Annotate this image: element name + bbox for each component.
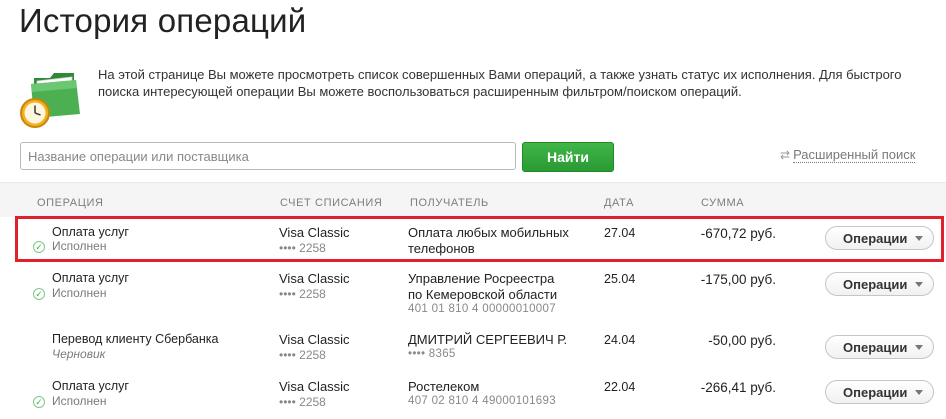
table-row[interactable]: Оплата услуг ✓ Исполнен Visa Classic •••… <box>0 264 946 324</box>
check-icon: ✓ <box>33 241 45 253</box>
operations-button-label: Операции <box>843 384 908 400</box>
caret-down-icon <box>915 345 923 350</box>
recipient-account: 407 02 810 4 49000101693 <box>408 395 556 407</box>
intro-section: На этой странице Вы можете просмотреть с… <box>20 62 930 132</box>
header-operation: ОПЕРАЦИЯ <box>37 197 104 209</box>
folder-clock-icon <box>20 68 84 130</box>
operation-title: Оплата услуг <box>52 271 129 285</box>
operation-date: 22.04 <box>604 380 636 394</box>
account-name: Visa Classic <box>279 225 350 240</box>
operations-table: ОПЕРАЦИЯ СЧЕТ СПИСАНИЯ ПОЛУЧАТЕЛЬ ДАТА С… <box>0 182 946 419</box>
filter-arrows-icon: ⇄ <box>780 148 791 162</box>
caret-down-icon <box>915 282 923 287</box>
operations-menu-button[interactable]: Операции <box>825 226 934 250</box>
operation-status: Исполнен <box>52 394 107 408</box>
recipient-name: Управление Росреестра по Кемеровской обл… <box>408 271 558 302</box>
header-account: СЧЕТ СПИСАНИЯ <box>280 197 383 209</box>
operation-title: Оплата услуг <box>52 379 129 393</box>
intro-text: На этой странице Вы можете просмотреть с… <box>98 67 902 99</box>
operation-status: Черновик <box>52 347 106 361</box>
recipient-name: Оплата любых мобильных телефонов <box>408 225 569 256</box>
account-number: •••• 2258 <box>279 241 326 255</box>
table-row[interactable]: Перевод клиенту Сбербанка Черновик Visa … <box>0 323 946 372</box>
search-input[interactable] <box>20 142 516 170</box>
operation-status: Исполнен <box>52 286 107 300</box>
account-number: •••• 2258 <box>279 395 326 409</box>
check-icon: ✓ <box>33 396 45 408</box>
table-row[interactable]: Оплата услуг ✓ Исполнен Visa Classic •••… <box>0 217 946 265</box>
operation-amount: -670,72 руб. <box>700 226 776 241</box>
operations-menu-button[interactable]: Операции <box>825 272 934 296</box>
account-name: Visa Classic <box>279 379 350 394</box>
header-amount: СУММА <box>701 197 745 209</box>
recipient-name: ДМИТРИЙ СЕРГЕЕВИЧ Р. <box>408 332 568 347</box>
recipient-account: 401 01 810 4 00000010007 <box>408 303 556 315</box>
operation-date: 27.04 <box>604 226 636 240</box>
search-button[interactable]: Найти <box>522 142 614 172</box>
caret-down-icon <box>915 390 923 395</box>
account-name: Visa Classic <box>279 332 350 347</box>
operations-button-label: Операции <box>843 230 908 246</box>
account-name: Visa Classic <box>279 271 350 286</box>
operation-title: Оплата услуг <box>52 225 129 239</box>
account-number: •••• 2258 <box>279 287 326 301</box>
operations-button-label: Операции <box>843 276 908 292</box>
operation-date: 24.04 <box>604 333 636 347</box>
table-header: ОПЕРАЦИЯ СЧЕТ СПИСАНИЯ ПОЛУЧАТЕЛЬ ДАТА С… <box>0 182 946 217</box>
operation-title: Перевод клиенту Сбербанка <box>52 332 219 346</box>
caret-down-icon <box>915 236 923 241</box>
recipient-account: •••• 8365 <box>408 348 456 360</box>
operations-button-label: Операции <box>843 339 908 355</box>
operations-menu-button[interactable]: Операции <box>825 380 934 404</box>
check-icon: ✓ <box>33 288 45 300</box>
page-title: История операций <box>19 2 307 39</box>
operation-amount: -175,00 руб. <box>700 272 776 287</box>
operations-menu-button[interactable]: Операции <box>825 335 934 359</box>
operation-amount: -266,41 руб. <box>700 380 776 395</box>
operation-date: 25.04 <box>604 272 636 286</box>
operation-status: Исполнен <box>52 239 107 253</box>
operation-amount: -50,00 руб. <box>708 333 776 348</box>
header-date: ДАТА <box>604 197 635 209</box>
header-recipient: ПОЛУЧАТЕЛЬ <box>410 197 489 209</box>
advanced-search-link[interactable]: ⇄ Расширенный поиск <box>780 147 916 163</box>
recipient-name: Ростелеком <box>408 379 480 394</box>
table-row[interactable]: Оплата услуг ✓ Исполнен Visa Classic •••… <box>0 371 946 419</box>
account-number: •••• 2258 <box>279 348 326 362</box>
advanced-search-label: Расширенный поиск <box>793 147 916 163</box>
